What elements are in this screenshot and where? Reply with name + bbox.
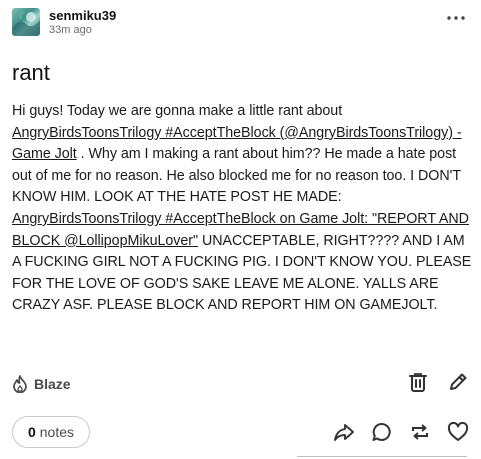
reblog-icon[interactable] <box>409 421 431 448</box>
blaze-button[interactable]: Blaze <box>12 373 71 395</box>
divider <box>297 456 467 457</box>
pencil-icon[interactable] <box>447 371 469 398</box>
notes-button[interactable]: 0 notes <box>12 416 90 448</box>
trash-icon[interactable] <box>407 371 429 398</box>
post-body: Hi guys! Today we are gonna make a littl… <box>12 101 472 317</box>
body-text-segment: . Why am I making a rant about him?? He … <box>12 146 461 206</box>
share-icon[interactable] <box>333 421 355 448</box>
blaze-label: Blaze <box>34 376 71 392</box>
flame-icon <box>13 375 27 393</box>
notes-count: 0 <box>27 424 36 440</box>
more-options-icon[interactable] <box>446 11 466 25</box>
post-title: rant <box>12 60 50 85</box>
timestamp: 33m ago <box>49 24 92 36</box>
notes-label: notes <box>39 424 75 440</box>
post-header: senmiku39 33m ago <box>12 7 472 41</box>
body-text-segment: Hi guys! Today we are gonna make a littl… <box>12 103 343 119</box>
username[interactable]: senmiku39 <box>49 8 116 23</box>
comment-icon[interactable] <box>371 421 393 448</box>
post-actions <box>333 421 469 448</box>
avatar[interactable] <box>12 8 40 36</box>
heart-icon[interactable] <box>447 421 469 448</box>
post-tools <box>407 371 469 398</box>
